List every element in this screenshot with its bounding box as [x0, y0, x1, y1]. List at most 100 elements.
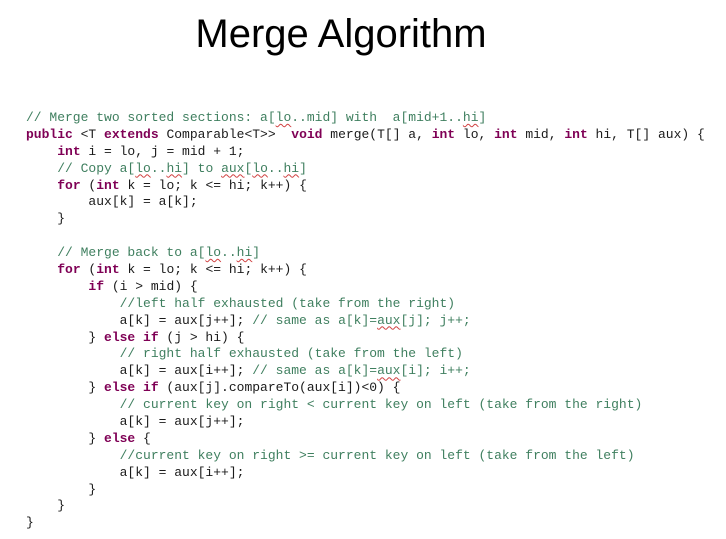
- spellcheck-flagged-word: hi: [462, 110, 479, 125]
- code-text: (: [80, 262, 97, 278]
- code-comment: // Merge two sorted sections: a[: [26, 110, 276, 125]
- spellcheck-flagged-word: hi: [166, 160, 183, 176]
- code-text: a[k] = aux[i++];: [26, 464, 245, 480]
- code-line: a[k] = aux[j++];: [26, 414, 705, 431]
- code-keyword: extends: [104, 126, 159, 142]
- code-line: int i = lo, j = mid + 1;: [26, 144, 705, 161]
- code-keyword: int: [57, 143, 81, 159]
- code-text: (j > hi) {: [158, 329, 245, 345]
- code-line: } else {: [26, 431, 705, 448]
- code-line: // Merge back to a[lo..hi]: [26, 245, 705, 262]
- code-comment: // Merge back to a[: [26, 245, 206, 261]
- code-comment: // current key on right < current key on…: [26, 397, 643, 413]
- code-comment: // Copy a[: [26, 160, 136, 176]
- code-block: // Merge two sorted sections: a[lo..mid]…: [26, 110, 705, 532]
- code-comment: ]: [299, 160, 307, 176]
- code-text: (: [80, 177, 97, 193]
- code-line: //left half exhausted (take from the rig…: [26, 296, 705, 313]
- code-text: a[k] = aux[i++];: [26, 363, 253, 379]
- code-text: (i > mid) {: [104, 278, 198, 294]
- spellcheck-flagged-word: lo: [252, 160, 268, 176]
- code-keyword: else if: [104, 380, 159, 396]
- code-line: for (int k = lo; k <= hi; k++) {: [26, 262, 705, 279]
- code-line: }: [26, 482, 705, 499]
- slide-title: Merge Algorithm: [195, 12, 487, 56]
- code-text: }: [26, 515, 34, 531]
- code-comment: [j]; j++;: [400, 312, 471, 328]
- code-comment: // same as a[k]=: [252, 312, 378, 328]
- code-text: a[k] = aux[j++];: [26, 312, 253, 328]
- code-text: i = lo, j = mid + 1;: [80, 143, 245, 159]
- code-keyword: int: [494, 126, 518, 142]
- code-line: } else if (j > hi) {: [26, 330, 705, 347]
- code-comment: //left half exhausted (take from the rig…: [26, 295, 456, 311]
- code-comment: ..: [267, 160, 284, 176]
- spellcheck-flagged-word: lo: [275, 110, 292, 125]
- code-text: {: [135, 430, 151, 446]
- code-comment: ] to: [182, 160, 222, 176]
- code-text: Comparable<T>>: [158, 126, 292, 142]
- code-text: }: [26, 481, 97, 497]
- code-line: // right half exhausted (take from the l…: [26, 346, 705, 363]
- code-text: (aux[j].compareTo(aux[i])<0) {: [158, 380, 401, 396]
- code-line: a[k] = aux[i++]; // same as a[k]=aux[i];…: [26, 363, 705, 380]
- code-text: lo,: [455, 126, 495, 142]
- code-comment: ..mid] with a[mid+1..: [291, 110, 463, 125]
- code-line: aux[k] = a[k];: [26, 194, 705, 211]
- code-comment: // same as a[k]=: [252, 363, 378, 379]
- code-line: //current key on right >= current key on…: [26, 448, 705, 465]
- code-text: }: [26, 380, 105, 396]
- spellcheck-flagged-word: lo: [205, 245, 222, 261]
- code-line: // Copy a[lo..hi] to aux[lo..hi]: [26, 161, 705, 178]
- code-keyword: else: [104, 430, 136, 446]
- code-line: }: [26, 498, 705, 515]
- code-text: a[k] = aux[j++];: [26, 414, 245, 430]
- code-comment: ]: [478, 110, 487, 125]
- code-text: }: [26, 329, 105, 345]
- code-line: public <T extends Comparable<T>> void me…: [26, 127, 705, 144]
- code-text: }: [26, 430, 105, 446]
- code-line: a[k] = aux[i++];: [26, 465, 705, 482]
- code-keyword: int: [431, 126, 456, 142]
- spellcheck-flagged-word: hi: [236, 245, 253, 261]
- code-keyword: else if: [104, 329, 159, 345]
- code-keyword: int: [96, 262, 120, 278]
- code-comment: ]: [252, 245, 261, 261]
- code-comment: ..: [221, 245, 237, 261]
- code-text: }: [26, 498, 66, 514]
- code-line: // current key on right < current key on…: [26, 397, 705, 414]
- code-text: <T: [72, 126, 105, 142]
- code-text: mid,: [517, 126, 565, 142]
- spellcheck-flagged-word: aux: [221, 160, 245, 176]
- code-keyword: int: [96, 177, 120, 193]
- code-text: }: [26, 211, 66, 227]
- code-line: }: [26, 515, 705, 532]
- code-keyword: for: [57, 177, 81, 193]
- code-line: }: [26, 211, 705, 228]
- code-line: a[k] = aux[j++]; // same as a[k]=aux[j];…: [26, 313, 705, 330]
- code-comment: ..: [150, 160, 167, 176]
- code-keyword: for: [57, 262, 81, 278]
- code-line: if (i > mid) {: [26, 279, 705, 296]
- code-text: k = lo; k <= hi; k++) {: [119, 262, 307, 278]
- spellcheck-flagged-word: aux: [377, 363, 401, 379]
- code-comment: [i]; i++;: [400, 363, 471, 379]
- spellcheck-flagged-word: hi: [283, 160, 300, 176]
- code-text: aux[k] = a[k];: [26, 194, 198, 210]
- spellcheck-flagged-word: aux: [377, 312, 401, 328]
- code-comment: //current key on right >= current key on…: [26, 447, 635, 463]
- code-keyword: int: [564, 126, 588, 142]
- code-text: merge(T[] a,: [322, 126, 432, 142]
- code-keyword: void: [291, 126, 323, 142]
- code-line: // Merge two sorted sections: a[lo..mid]…: [26, 110, 705, 127]
- code-text: hi, T[] aux) {: [587, 126, 705, 142]
- code-keyword: public: [26, 126, 73, 142]
- code-comment: // right half exhausted (take from the l…: [26, 346, 463, 362]
- code-line: } else if (aux[j].compareTo(aux[i])<0) {: [26, 380, 705, 397]
- code-line: for (int k = lo; k <= hi; k++) {: [26, 178, 705, 195]
